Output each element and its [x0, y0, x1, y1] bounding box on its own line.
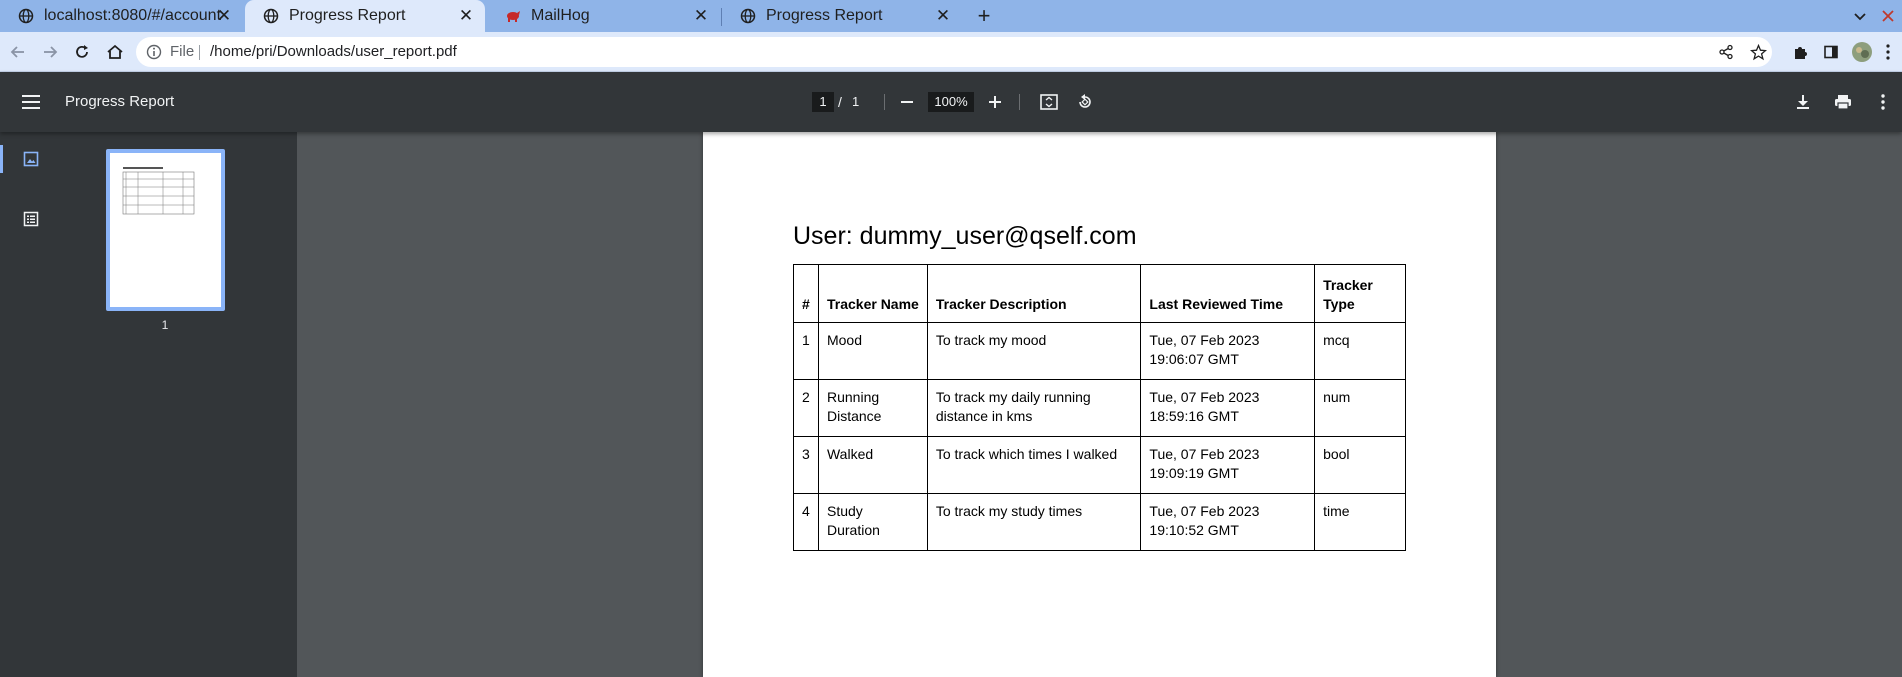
table-cell: mcq [1314, 322, 1406, 380]
url-text[interactable]: /home/pri/Downloads/user_report.pdf [210, 37, 457, 67]
page-number-input[interactable]: 1 [812, 92, 834, 112]
tab-account[interactable]: localhost:8080/#/account ✕ [0, 0, 243, 32]
column-header: Tracker Type [1314, 264, 1406, 323]
hamburger-menu-icon[interactable] [19, 90, 43, 114]
table-cell: 4 [793, 493, 819, 551]
table-cell: time [1314, 493, 1406, 551]
extensions-puzzle-icon[interactable] [1788, 40, 1812, 64]
column-header: Last Reviewed Time [1140, 264, 1316, 323]
table-row: 2 Running Distance To track my daily run… [793, 379, 1406, 437]
more-options-icon[interactable] [1871, 90, 1895, 114]
side-panel-icon[interactable] [1819, 40, 1843, 64]
table-cell: num [1314, 379, 1406, 437]
table-cell: Tue, 07 Feb 2023 19:10:52 GMT [1140, 493, 1316, 551]
table-cell: Tue, 07 Feb 2023 18:59:16 GMT [1140, 379, 1316, 437]
document-title: Progress Report [65, 93, 175, 110]
tab-search-chevron-icon[interactable] [1848, 4, 1872, 28]
report-title: User: dummy_user@qself.com [793, 222, 1137, 250]
report-table: # Tracker Name Tracker Description Last … [793, 264, 1406, 551]
mailhog-icon [505, 8, 521, 24]
globe-icon [18, 8, 34, 24]
fit-page-icon[interactable] [1037, 90, 1061, 114]
sidebar-rail [0, 132, 62, 677]
table-header-row: # Tracker Name Tracker Description Last … [793, 264, 1406, 323]
document-outline-icon[interactable] [19, 207, 43, 231]
table-cell: 1 [793, 322, 819, 380]
thumbnails-icon[interactable] [19, 147, 43, 171]
tab-title: MailHog [531, 7, 590, 24]
table-cell: Tue, 07 Feb 2023 19:06:07 GMT [1140, 322, 1316, 380]
scheme-chip: File [170, 43, 195, 60]
active-indicator [0, 145, 3, 173]
home-icon[interactable] [103, 40, 127, 64]
table-cell: bool [1314, 436, 1406, 494]
browser-toolbar: File /home/pri/Downloads/user_report.pdf [0, 32, 1902, 72]
table-cell: Mood [817, 322, 928, 380]
table-cell: To track which times I walked [926, 436, 1142, 494]
tab-strip: localhost:8080/#/account ✕ Progress Repo… [0, 0, 1902, 32]
thumbnail-page-number: 1 [161, 318, 169, 332]
table-cell: 3 [793, 436, 819, 494]
download-icon[interactable] [1791, 90, 1815, 114]
close-icon[interactable]: ✕ [692, 6, 710, 25]
info-icon[interactable] [146, 44, 162, 60]
zoom-in-icon[interactable] [983, 90, 1007, 114]
profile-avatar[interactable] [1850, 40, 1874, 64]
tab-title: Progress Report [766, 7, 883, 24]
browser-menu-icon[interactable] [1876, 40, 1900, 64]
zoom-level-input[interactable]: 100% [928, 92, 974, 112]
tab-progress-report-active[interactable]: Progress Report ✕ [245, 0, 485, 32]
print-icon[interactable] [1831, 90, 1855, 114]
close-icon[interactable]: ✕ [934, 6, 952, 25]
table-cell: Walked [817, 436, 928, 494]
table-row: 1 Mood To track my mood Tue, 07 Feb 2023… [793, 322, 1406, 380]
page-thumbnail[interactable] [106, 149, 225, 311]
column-header: Tracker Name [817, 264, 928, 323]
pdf-page: User: dummy_user@qself.com # Tracker Nam… [703, 132, 1496, 677]
close-icon[interactable]: ✕ [215, 6, 233, 25]
page-total: 1 [852, 94, 860, 109]
tab-mailhog[interactable]: MailHog ✕ [487, 0, 720, 32]
table-row: 3 Walked To track which times I walked T… [793, 436, 1406, 494]
table-row: 4 Study Duration To track my study times… [793, 493, 1406, 551]
page-separator: / [838, 94, 842, 110]
forward-arrow-icon[interactable] [38, 40, 62, 64]
table-cell: To track my daily running distance in km… [926, 379, 1142, 437]
table-cell: To track my study times [926, 493, 1142, 551]
table-cell: To track my mood [926, 322, 1142, 380]
bookmark-star-icon[interactable] [1746, 40, 1770, 64]
close-icon[interactable]: ✕ [457, 6, 475, 25]
toolbar-divider [1019, 94, 1020, 110]
table-cell: Tue, 07 Feb 2023 19:09:19 GMT [1140, 436, 1316, 494]
column-header: # [793, 264, 819, 323]
reload-icon[interactable] [70, 40, 94, 64]
tab-progress-report[interactable]: Progress Report ✕ [722, 0, 962, 32]
rotate-icon[interactable] [1073, 90, 1097, 114]
table-cell: Running Distance [817, 379, 928, 437]
tab-title: localhost:8080/#/account [44, 7, 222, 24]
new-tab-button[interactable]: + [972, 3, 996, 28]
address-divider [199, 45, 200, 60]
back-arrow-icon[interactable] [6, 40, 30, 64]
table-cell: Study Duration [817, 493, 928, 551]
table-cell: 2 [793, 379, 819, 437]
share-icon[interactable] [1714, 40, 1738, 64]
zoom-out-icon[interactable] [895, 90, 919, 114]
address-bar[interactable]: File /home/pri/Downloads/user_report.pdf [136, 37, 1772, 67]
globe-icon [263, 8, 279, 24]
column-header: Tracker Description [926, 264, 1142, 323]
tab-title: Progress Report [289, 7, 406, 24]
pdf-viewer-toolbar: Progress Report 1 / 1 100% [0, 72, 1902, 132]
globe-icon [740, 8, 756, 24]
toolbar-divider [884, 94, 885, 110]
window-close-icon[interactable] [1876, 4, 1900, 28]
